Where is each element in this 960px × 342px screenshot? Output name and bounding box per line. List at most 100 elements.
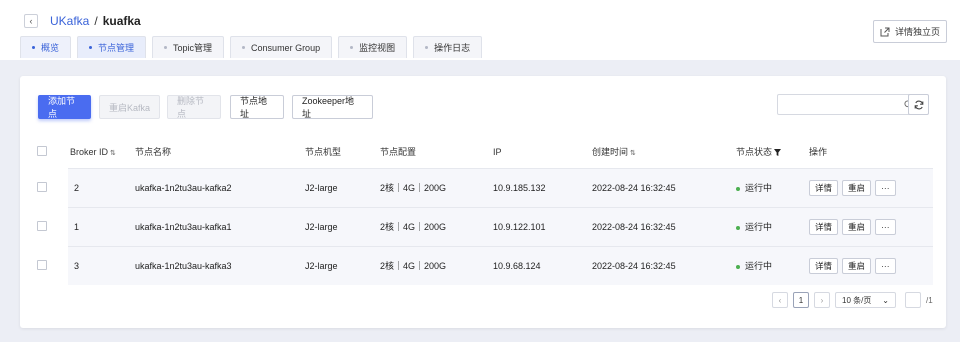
tab-topic-management[interactable]: Topic管理	[152, 36, 225, 58]
table-row: 1 ukafka-1n2tu3au-kafka1 J2-large 2核｜4G｜…	[33, 206, 933, 246]
cell-broker-id: 2	[68, 167, 135, 207]
cell-status: 运行中	[736, 245, 809, 285]
delete-node-button[interactable]: 删除节点	[167, 95, 221, 119]
page-size-select[interactable]: 10 条/页 ⌄	[835, 292, 896, 308]
pagination: ‹ 1 › 10 条/页 ⌄ /1	[772, 292, 933, 308]
row-checkbox[interactable]	[37, 181, 47, 192]
cell-created: 2022-08-24 16:32:45	[592, 245, 736, 285]
header-label: Broker ID	[70, 146, 109, 157]
status-dot-icon	[736, 225, 740, 230]
table-row: 3 ukafka-1n2tu3au-kafka3 J2-large 2核｜4G｜…	[33, 245, 933, 285]
tab-overview[interactable]: 概览	[20, 36, 72, 58]
column-actions: 操作	[809, 147, 828, 158]
filter-icon[interactable]	[774, 149, 782, 157]
more-button[interactable]: ···	[875, 179, 896, 196]
column-broker-id[interactable]: Broker ID ⇅	[68, 136, 135, 168]
tab-dot-icon	[350, 46, 354, 49]
tab-label: 操作日志	[434, 43, 471, 53]
table-header-row: Broker ID ⇅ 节点名称 节点机型 节点配置 IP 创建时间 ⇅ 节点状态 …	[33, 136, 933, 168]
refresh-icon	[914, 100, 923, 109]
restart-button[interactable]: 重启	[842, 218, 872, 235]
status-dot-icon	[736, 264, 740, 269]
cell-name: ukafka-1n2tu3au-kafka2	[135, 167, 305, 207]
sort-icon[interactable]: ⇅	[630, 150, 636, 157]
node-list-card: 添加节点 重启Kafka 删除节点 节点地址 Zookeeper地址 Broke…	[20, 76, 946, 328]
cell-model: J2-large	[305, 206, 380, 246]
tab-dot-icon	[425, 46, 429, 49]
cell-config: 2核｜4G｜200G	[380, 167, 493, 207]
detail-button[interactable]: 详情	[809, 218, 839, 235]
detail-button[interactable]: 详情	[809, 179, 839, 196]
column-name: 节点名称	[135, 147, 172, 158]
chevron-left-icon: ‹	[29, 16, 33, 26]
cell-config: 2核｜4G｜200G	[380, 245, 493, 285]
cell-status: 运行中	[736, 206, 809, 246]
more-button[interactable]: ···	[875, 218, 896, 235]
restart-button[interactable]: 重启	[842, 257, 872, 274]
cell-ip: 10.9.185.132	[493, 167, 592, 207]
breadcrumb-separator: /	[94, 14, 98, 28]
restart-kafka-button[interactable]: 重启Kafka	[99, 95, 160, 119]
tab-label: 节点管理	[98, 43, 135, 53]
tab-dot-icon	[32, 46, 35, 49]
node-table: Broker ID ⇅ 节点名称 节点机型 节点配置 IP 创建时间 ⇅ 节点状态 …	[33, 136, 933, 285]
page-size-value: 10 条/页	[842, 295, 872, 305]
cell-broker-id: 3	[68, 245, 135, 285]
row-actions: 详情 重启 ···	[809, 218, 933, 235]
tab-label: 监控视图	[359, 43, 396, 53]
cell-ip: 10.9.122.101	[493, 206, 592, 246]
tab-consumer-group[interactable]: Consumer Group	[230, 36, 333, 58]
row-actions: 详情 重启 ···	[809, 257, 933, 274]
column-ip: IP	[493, 146, 502, 157]
cell-model: J2-large	[305, 167, 380, 207]
prev-page-button[interactable]: ‹	[772, 292, 788, 308]
page-number-current[interactable]: 1	[793, 292, 809, 308]
chevron-down-icon: ⌄	[882, 295, 889, 305]
add-node-button[interactable]: 添加节点	[38, 95, 91, 119]
search-input[interactable]	[777, 94, 921, 115]
tab-operation-log[interactable]: 操作日志	[413, 36, 483, 58]
next-page-button[interactable]: ›	[814, 292, 830, 308]
tab-dot-icon	[89, 46, 93, 49]
select-all-checkbox[interactable]	[37, 146, 47, 156]
tab-node-management[interactable]: 节点管理	[77, 36, 147, 58]
detail-button[interactable]: 详情	[809, 257, 839, 274]
zookeeper-address-button[interactable]: Zookeeper地址	[292, 95, 373, 119]
back-button[interactable]: ‹	[24, 14, 38, 28]
row-checkbox[interactable]	[37, 259, 47, 270]
breadcrumb: UKafka / kuafka	[50, 14, 141, 28]
breadcrumb-current: kuafka	[102, 14, 141, 28]
status-badge: 运行中	[745, 261, 773, 272]
external-link-icon	[880, 27, 890, 36]
column-status[interactable]: 节点状态	[736, 136, 809, 168]
page-header: ‹ UKafka / kuafka 概览 节点管理 Topic管理 Consum…	[0, 0, 960, 60]
tab-dot-icon	[164, 46, 168, 49]
detail-button-label: 详情独立页	[894, 27, 940, 37]
column-model: 节点机型	[305, 147, 342, 158]
status-badge: 运行中	[745, 222, 773, 232]
cell-created: 2022-08-24 16:32:45	[592, 206, 736, 246]
detail-standalone-button[interactable]: 详情独立页	[873, 20, 947, 43]
row-actions: 详情 重启 ···	[809, 179, 933, 196]
tab-label: 概览	[41, 43, 60, 53]
more-button[interactable]: ···	[875, 257, 896, 274]
tab-label: Topic管理	[173, 43, 213, 53]
cell-model: J2-large	[305, 245, 380, 285]
column-created[interactable]: 创建时间 ⇅	[592, 136, 736, 168]
tab-dot-icon	[242, 46, 246, 49]
cell-name: ukafka-1n2tu3au-kafka1	[135, 206, 305, 246]
cell-status: 运行中	[736, 167, 809, 207]
refresh-button[interactable]	[908, 94, 929, 115]
status-dot-icon	[736, 186, 740, 191]
cell-broker-id: 1	[68, 206, 135, 246]
breadcrumb-root-link[interactable]: UKafka	[50, 14, 89, 28]
node-address-button[interactable]: 节点地址	[230, 95, 284, 119]
cell-config: 2核｜4G｜200G	[380, 206, 493, 246]
restart-button[interactable]: 重启	[842, 179, 872, 196]
sort-icon[interactable]: ⇅	[110, 150, 116, 157]
tab-monitoring[interactable]: 监控视图	[338, 36, 408, 58]
page-jump-input[interactable]	[905, 292, 921, 308]
column-config: 节点配置	[380, 147, 417, 158]
row-checkbox[interactable]	[37, 220, 47, 231]
status-badge: 运行中	[745, 183, 773, 193]
